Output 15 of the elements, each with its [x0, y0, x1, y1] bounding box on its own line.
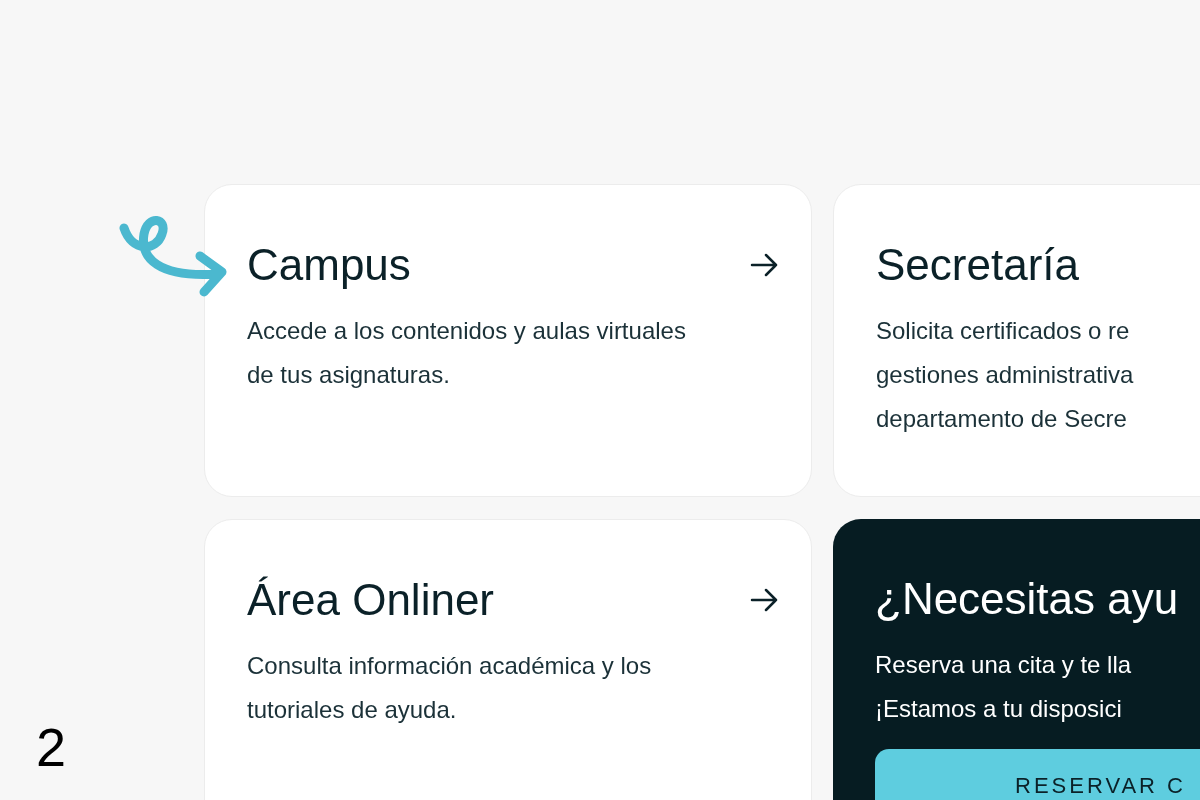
card-description: Reserva una cita y te lla ¡Estamos a tu disposici — [875, 650, 1133, 724]
page-number: 2 — [36, 716, 67, 779]
card-title: Área Onliner — [247, 574, 494, 626]
card-description: Consulta información académica y los tutoriales de ayuda. — [247, 651, 653, 725]
link-card[interactable]: Secretaría Solicita certificados o re gestiones administrativa departamento de Secre — [833, 184, 1200, 497]
card-description: Solicita certificados o re gestiones administrativa departamento de Secre — [876, 316, 1135, 434]
link-card[interactable]: Área Onliner Consulta información académica y los tutoriales de ayuda. — [204, 519, 812, 800]
arrow-right-icon[interactable] — [749, 253, 779, 277]
link-card[interactable]: Campus Accede a los contenidos y aulas virtuales de tus asignaturas. — [204, 184, 812, 497]
book-appointment-button[interactable]: RESERVAR C — [875, 749, 1200, 800]
card-title: Campus — [247, 239, 411, 291]
card-title: ¿Necesitas ayu — [875, 573, 1180, 625]
arrow-right-icon[interactable] — [749, 588, 779, 612]
card-description: Accede a los contenidos y aulas virtuales de tus asignaturas. — [247, 316, 687, 390]
card-title: Secretaría — [876, 239, 1079, 291]
